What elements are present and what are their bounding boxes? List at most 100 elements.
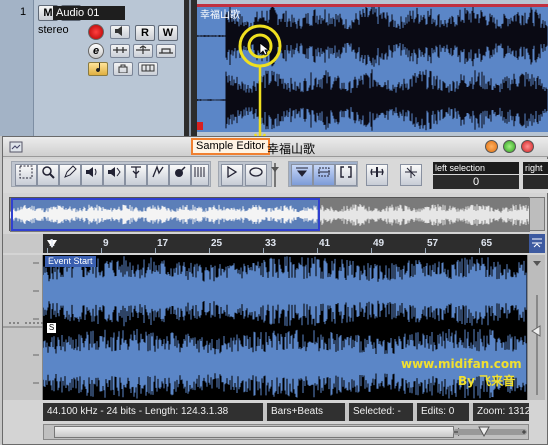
- range-select-icon: [19, 165, 33, 179]
- pencil-icon: [64, 165, 77, 178]
- ruler-tick: [371, 248, 372, 253]
- ruler-format-button[interactable]: [529, 234, 545, 253]
- record-enable-button[interactable]: [88, 24, 104, 40]
- show-audio-event-button[interactable]: [291, 164, 313, 186]
- musical-mode-button[interactable]: [88, 62, 108, 76]
- lanes-button[interactable]: [138, 62, 158, 76]
- ruler-menu-icon: [532, 238, 542, 248]
- lanes-icon: [141, 64, 155, 72]
- play-tool[interactable]: [81, 164, 103, 186]
- zoom-tool[interactable]: [37, 164, 59, 186]
- overview-scrollbar[interactable]: [529, 197, 545, 231]
- ruler-tick-label: 1: [49, 238, 55, 249]
- status-time-mode[interactable]: Bars+Beats: [267, 403, 345, 421]
- arrows-icon: [370, 167, 384, 177]
- window-title-label: Sample Editor: [191, 138, 271, 155]
- send-icon: [159, 48, 173, 54]
- lock-button[interactable]: [113, 62, 133, 76]
- amplitude-scale-ticks: [3, 262, 43, 384]
- zoom-slider-handle: [454, 426, 526, 438]
- warp-icon: [152, 165, 164, 178]
- left-selection-label: left selection: [433, 162, 519, 174]
- ruler-tick-label: 57: [427, 238, 439, 249]
- event-start-label[interactable]: Event Start: [45, 256, 96, 267]
- ruler-tick: [101, 248, 102, 253]
- event-icon: [296, 167, 308, 177]
- ruler-tick: [263, 248, 264, 253]
- hitpoint-icon: [131, 166, 141, 178]
- bracket-icon: [340, 166, 352, 178]
- snap-point-marker[interactable]: S: [47, 323, 56, 333]
- magnifier-icon: [42, 166, 55, 179]
- ruler-tick: [155, 248, 156, 253]
- watermark-url: www.midifan.com: [401, 357, 522, 371]
- timeline-ruler[interactable]: 1 9 17 25 33 41 49 57 65: [43, 234, 529, 253]
- left-selection-field[interactable]: 0: [433, 175, 519, 189]
- track-number: 1: [20, 6, 27, 18]
- ruler-spacer: [3, 234, 43, 253]
- draw-tool[interactable]: [59, 164, 81, 186]
- ruler-tick: [479, 248, 480, 253]
- range-select-tool[interactable]: [15, 164, 37, 186]
- show-regions-button[interactable]: [313, 164, 335, 186]
- insert-button[interactable]: [110, 44, 130, 58]
- grid-lines-icon: [194, 167, 205, 177]
- snap-button[interactable]: [335, 164, 357, 186]
- close-button[interactable]: [521, 140, 534, 153]
- crosshair-icon: [405, 166, 417, 178]
- hitpoint-tool[interactable]: [125, 164, 147, 186]
- read-automation-button[interactable]: R: [135, 25, 155, 41]
- track-divider-line: [189, 0, 191, 136]
- horizontal-scroll-thumb[interactable]: [54, 426, 454, 438]
- ruler-tick-label: 17: [157, 238, 169, 249]
- loop-icon: [249, 167, 263, 177]
- status-selected: Selected: -: [349, 403, 413, 421]
- edit-channel-button[interactable]: e: [88, 43, 104, 59]
- write-automation-button[interactable]: W: [158, 25, 178, 41]
- auto-scroll-button[interactable]: [400, 164, 422, 186]
- maximize-button[interactable]: [503, 140, 516, 153]
- overview-view-rectangle[interactable]: [11, 198, 320, 231]
- note-icon: [96, 63, 101, 73]
- ruler-tick-label: 41: [319, 238, 331, 249]
- scrub-tool[interactable]: [103, 164, 125, 186]
- ruler-tick: [209, 248, 210, 253]
- waveform-display[interactable]: [43, 255, 527, 400]
- vertical-zoom-scrollbar[interactable]: [527, 255, 545, 400]
- volume-slider[interactable]: [269, 161, 281, 189]
- channel-config-label: stereo: [38, 24, 69, 36]
- play-selection-button[interactable]: [221, 164, 243, 186]
- metronome-icon: [175, 166, 186, 177]
- scrub-icon: [108, 167, 121, 177]
- horizontal-zoom-slider[interactable]: [453, 426, 527, 438]
- track-number-column: 1: [0, 0, 34, 136]
- insert-icon: [113, 47, 127, 53]
- region-icon: [318, 167, 330, 177]
- amplitude-scale: [3, 255, 43, 400]
- loop-button[interactable]: [245, 164, 267, 186]
- eq-icon: [136, 45, 150, 54]
- minimize-button[interactable]: [485, 140, 498, 153]
- audio-warp-tool[interactable]: [147, 164, 169, 186]
- sample-editor-window: Sample Editor 幸福山歌 left selection 0 righ…: [2, 136, 548, 445]
- ruler-tick-label: 65: [481, 238, 493, 249]
- lock-icon: [118, 64, 128, 74]
- window-titlebar[interactable]: Sample Editor 幸福山歌: [3, 137, 548, 157]
- send-button[interactable]: [156, 44, 176, 58]
- grid-tool[interactable]: [191, 164, 209, 186]
- highlight-arrow: [253, 66, 267, 147]
- ruler-tick: [47, 248, 48, 253]
- right-selection-field[interactable]: [523, 175, 548, 189]
- play-icon: [227, 165, 238, 179]
- track-name-field[interactable]: Audio 01: [53, 6, 125, 20]
- event-end-marker: [197, 122, 203, 130]
- right-selection-label: right: [523, 162, 548, 174]
- monitor-button[interactable]: [110, 25, 130, 39]
- time-warp-tool[interactable]: [169, 164, 191, 186]
- status-line: 44.100 kHz - 24 bits - Length: 124.3.1.3…: [43, 403, 529, 421]
- ruler-tick-label: 9: [103, 238, 109, 249]
- watermark-author: By 飞来音: [458, 374, 516, 388]
- eq-button[interactable]: [133, 44, 153, 58]
- snap-zero-button[interactable]: [366, 164, 388, 186]
- window-menu-icon[interactable]: [9, 140, 23, 154]
